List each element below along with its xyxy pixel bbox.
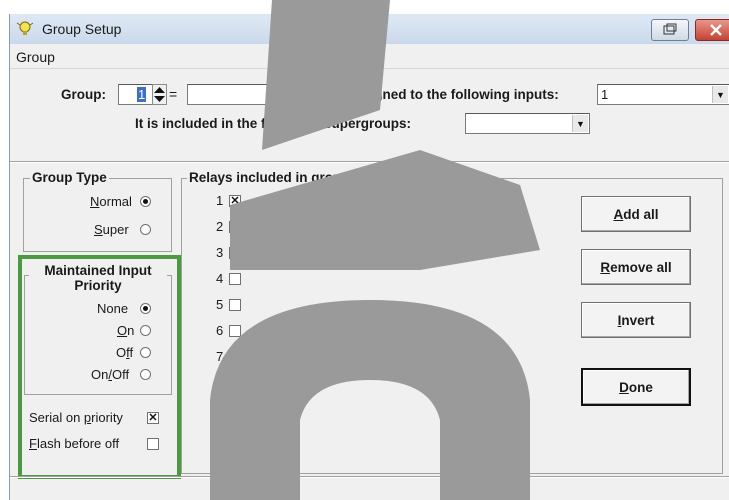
watermark-overlay (210, 0, 540, 500)
